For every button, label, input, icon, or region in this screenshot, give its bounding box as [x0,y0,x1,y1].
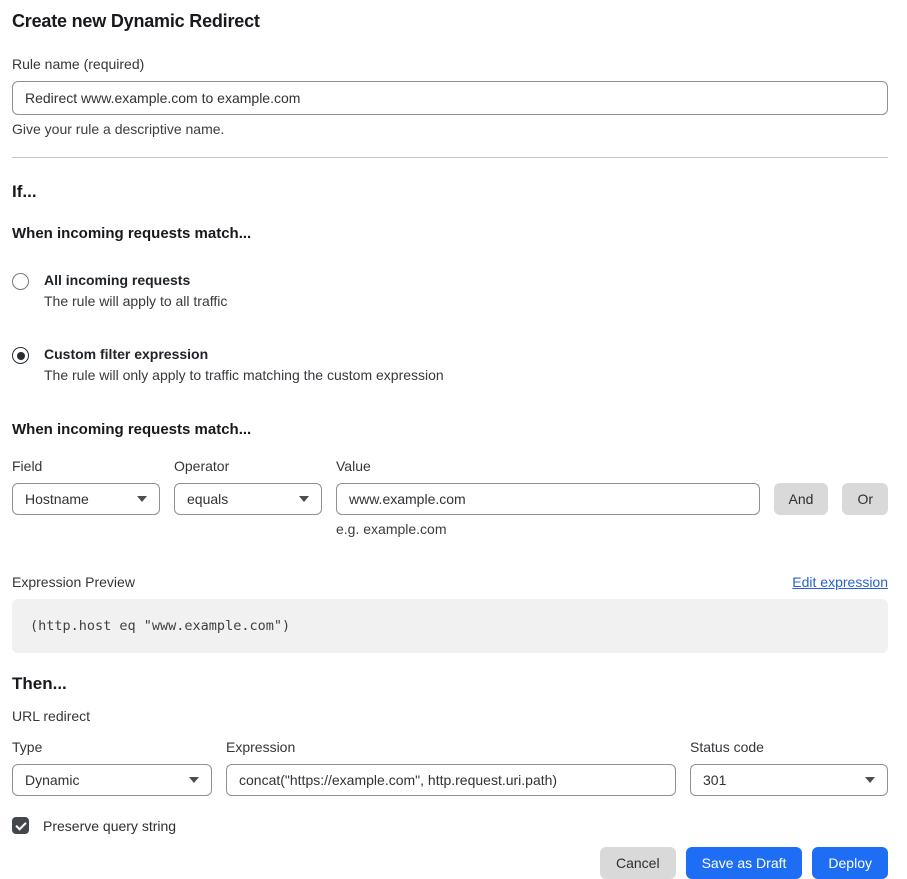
if-heading: If... [12,182,888,202]
form-actions: Cancel Save as Draft Deploy [12,847,888,879]
custom-filter-expression-radio[interactable] [12,347,29,364]
type-label: Type [12,739,212,756]
cancel-button[interactable]: Cancel [600,847,676,879]
radio-option-all-incoming-requests[interactable]: All incoming requests The rule will appl… [12,272,888,309]
chevron-down-icon [865,777,875,783]
or-button[interactable]: Or [842,483,888,515]
radio-option-texts: All incoming requests The rule will appl… [44,272,227,309]
match-heading: When incoming requests match... [12,225,888,242]
expression-preview-header: Expression Preview Edit expression [12,574,888,590]
operator-column: Operator equals [174,458,322,537]
chevron-down-icon [299,496,309,502]
filter-builder-row: Field Hostname Operator equals Value e.g… [12,458,888,537]
expression-input[interactable] [226,764,676,796]
expression-preview-label: Expression Preview [12,574,135,590]
value-help: e.g. example.com [336,521,760,537]
page-title: Create new Dynamic Redirect [12,11,888,32]
preserve-query-string-row[interactable]: Preserve query string [12,817,176,834]
status-code-label: Status code [690,739,888,756]
url-redirect-label: URL redirect [12,708,888,724]
rule-name-input[interactable] [12,81,888,115]
custom-filter-expression-description: The rule will only apply to traffic matc… [44,367,444,383]
status-code-select-value: 301 [703,772,726,788]
field-column: Field Hostname [12,458,160,537]
then-heading: Then... [12,674,888,694]
value-column: Value e.g. example.com [336,458,760,537]
all-incoming-requests-description: The rule will apply to all traffic [44,293,227,309]
operator-select-value: equals [187,491,228,507]
custom-filter-expression-label: Custom filter expression [44,346,444,362]
expression-column: Expression [226,739,676,796]
expression-preview-box: (http.host eq "www.example.com") [12,599,888,653]
value-label: Value [336,458,760,475]
field-select[interactable]: Hostname [12,483,160,515]
deploy-button[interactable]: Deploy [812,847,888,879]
save-as-draft-button[interactable]: Save as Draft [686,847,803,879]
preserve-query-string-checkbox[interactable] [12,817,29,834]
radio-option-custom-filter-expression[interactable]: Custom filter expression The rule will o… [12,346,888,383]
status-code-column: Status code 301 [690,739,888,796]
builder-heading: When incoming requests match... [12,421,888,438]
create-redirect-form: Create new Dynamic Redirect Rule name (r… [0,11,907,879]
preserve-query-string-label: Preserve query string [43,818,176,834]
operator-select[interactable]: equals [174,483,322,515]
rule-name-help: Give your rule a descriptive name. [12,121,888,137]
redirect-config-row: Type Dynamic Expression Status code 301 [12,739,888,796]
chevron-down-icon [189,777,199,783]
type-select[interactable]: Dynamic [12,764,212,796]
status-code-select[interactable]: 301 [690,764,888,796]
all-incoming-requests-radio[interactable] [12,273,29,290]
field-select-value: Hostname [25,491,89,507]
operator-label: Operator [174,458,322,475]
type-select-value: Dynamic [25,772,79,788]
type-column: Type Dynamic [12,739,212,796]
expression-label: Expression [226,739,676,756]
edit-expression-link[interactable]: Edit expression [792,574,888,590]
radio-option-texts: Custom filter expression The rule will o… [44,346,444,383]
section-divider [12,157,888,158]
value-input[interactable] [336,483,760,515]
expression-preview-code: (http.host eq "www.example.com") [30,618,290,634]
and-button[interactable]: And [774,483,829,515]
all-incoming-requests-label: All incoming requests [44,272,227,288]
rule-name-label: Rule name (required) [12,56,888,73]
field-label: Field [12,458,160,475]
chevron-down-icon [137,496,147,502]
